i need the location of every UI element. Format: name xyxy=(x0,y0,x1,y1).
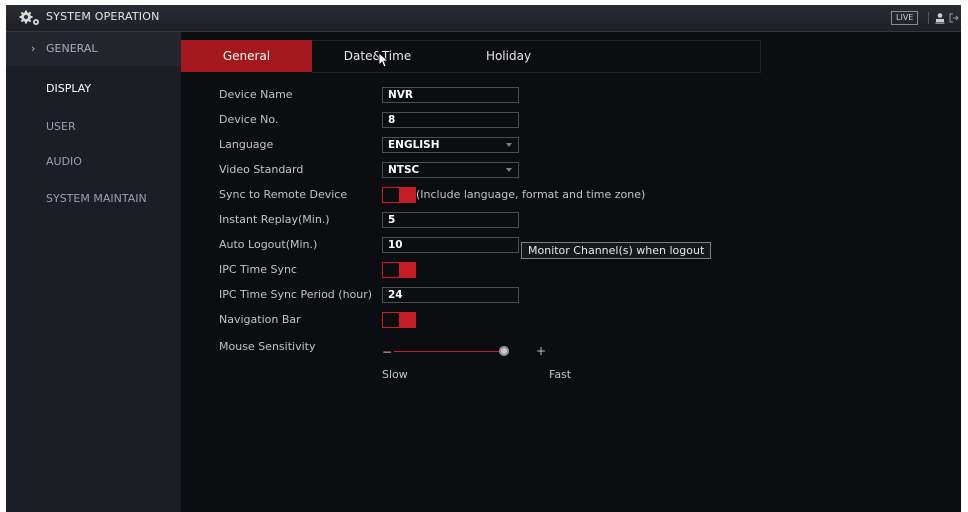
sidebar-item-user[interactable]: USER xyxy=(6,110,181,144)
language-select[interactable]: ENGLISH xyxy=(382,137,519,153)
sensitivity-slider-fill xyxy=(394,351,504,352)
dropdown-caret-icon xyxy=(506,143,512,147)
language-label: Language xyxy=(219,138,274,151)
device-name-label: Device Name xyxy=(219,88,293,101)
tab-bar: General Date&Time Holiday xyxy=(181,32,961,73)
toggle-knob xyxy=(399,313,415,327)
video-standard-label: Video Standard xyxy=(219,163,304,176)
dropdown-caret-icon xyxy=(506,168,512,172)
app-window: SYSTEM OPERATION LIVE › GENERAL DISPLAY … xyxy=(6,5,961,512)
sensitivity-slider-thumb[interactable] xyxy=(499,346,509,356)
title-bar: SYSTEM OPERATION LIVE xyxy=(6,5,961,32)
sensitivity-decrease-button[interactable]: − xyxy=(382,345,392,359)
sidebar-item-general[interactable]: › GENERAL xyxy=(6,32,181,66)
toggle-knob xyxy=(399,188,415,202)
language-value: ENGLISH xyxy=(388,139,440,151)
toolbar-divider xyxy=(928,12,929,24)
sidebar-item-audio[interactable]: AUDIO xyxy=(6,145,181,179)
live-button[interactable]: LIVE xyxy=(891,11,919,25)
ipc-time-sync-toggle[interactable] xyxy=(382,262,416,278)
video-standard-value: NTSC xyxy=(388,164,420,176)
sidebar-item-display[interactable]: DISPLAY xyxy=(6,72,181,106)
slow-label: Slow xyxy=(382,368,408,381)
mouse-cursor-icon xyxy=(378,52,388,68)
sync-remote-toggle[interactable] xyxy=(382,187,416,203)
user-icon[interactable] xyxy=(935,12,945,24)
fast-label: Fast xyxy=(549,368,572,381)
device-no-label: Device No. xyxy=(219,113,279,126)
navigation-bar-toggle[interactable] xyxy=(382,312,416,328)
sync-remote-note: (Include language, format and time zone) xyxy=(416,188,646,201)
video-standard-select[interactable]: NTSC xyxy=(382,162,519,178)
sidebar-item-label: USER xyxy=(46,120,76,133)
device-no-input[interactable]: 8 xyxy=(382,112,519,128)
ipc-sync-period-input[interactable]: 24 xyxy=(382,287,519,303)
navigation-bar-label: Navigation Bar xyxy=(219,313,301,326)
sidebar-item-label: SYSTEM MAINTAIN xyxy=(46,192,147,205)
sync-remote-label: Sync to Remote Device xyxy=(219,188,348,201)
chevron-right-icon: › xyxy=(31,42,36,55)
monitor-channels-button[interactable]: Monitor Channel(s) when logout xyxy=(521,242,712,259)
sidebar-item-label: DISPLAY xyxy=(46,82,92,95)
sidebar-item-label: GENERAL xyxy=(46,42,98,55)
instant-replay-input[interactable]: 5 xyxy=(382,212,519,228)
sidebar-item-label: AUDIO xyxy=(46,155,82,168)
window-title: SYSTEM OPERATION xyxy=(46,10,160,23)
instant-replay-label: Instant Replay(Min.) xyxy=(219,213,330,226)
auto-logout-label: Auto Logout(Min.) xyxy=(219,238,318,251)
sensitivity-increase-button[interactable]: + xyxy=(536,344,546,358)
sidebar: › GENERAL DISPLAY USER AUDIO SYSTEM MAIN… xyxy=(6,32,181,512)
mouse-sensitivity-label: Mouse Sensitivity xyxy=(219,340,316,353)
auto-logout-input[interactable]: 10 xyxy=(382,237,519,253)
logout-icon[interactable] xyxy=(949,12,959,24)
gears-icon xyxy=(19,10,39,25)
device-name-input[interactable]: NVR xyxy=(382,87,519,103)
tab-general[interactable]: General xyxy=(181,40,312,72)
toggle-knob xyxy=(399,263,415,277)
ipc-sync-period-label: IPC Time Sync Period (hour) xyxy=(219,288,373,301)
sidebar-item-system-maintain[interactable]: SYSTEM MAINTAIN xyxy=(6,182,181,216)
ipc-time-sync-label: IPC Time Sync xyxy=(219,263,297,276)
